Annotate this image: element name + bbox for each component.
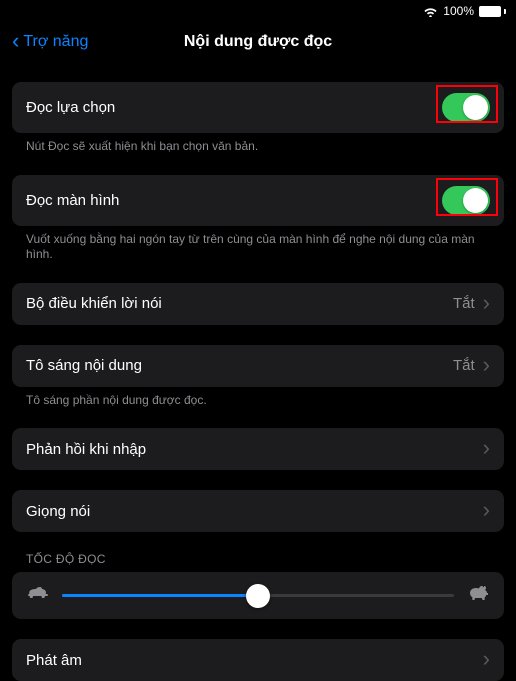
speak-selection-caption: Nút Đọc sẽ xuất hiện khi bạn chọn văn bả… [12,139,504,155]
highlight-content-row[interactable]: Tô sáng nội dung Tắt › [12,345,504,387]
highlight-content-value: Tắt [453,357,475,374]
rabbit-icon [468,586,488,605]
speech-controller-label: Bộ điều khiển lời nói [26,295,162,312]
speak-selection-toggle[interactable] [442,93,490,122]
chevron-right-icon: › [483,354,490,376]
voices-label: Giọng nói [26,503,90,520]
pronunciation-label: Phát âm [26,652,82,669]
slider-thumb[interactable] [246,584,270,608]
chevron-left-icon: ‹ [12,30,19,52]
speech-controller-value: Tắt [453,295,475,312]
chevron-right-icon: › [483,292,490,314]
speak-selection-row[interactable]: Đọc lựa chọn [12,82,504,133]
speak-screen-toggle[interactable] [442,186,490,215]
speech-controller-row[interactable]: Bộ điều khiển lời nói Tắt › [12,283,504,325]
highlight-content-caption: Tô sáng phần nội dung được đọc. [12,393,504,409]
speaking-rate-slider[interactable] [62,594,454,597]
back-button[interactable]: ‹ Trợ năng [12,32,88,52]
speak-screen-label: Đọc màn hình [26,192,119,209]
highlight-content-label: Tô sáng nội dung [26,357,142,374]
typing-feedback-label: Phản hồi khi nhập [26,441,146,458]
wifi-icon [423,6,438,17]
chevron-right-icon: › [483,437,490,459]
speaking-rate-row [12,572,504,619]
typing-feedback-row[interactable]: Phản hồi khi nhập › [12,428,504,470]
chevron-right-icon: › [483,648,490,670]
voices-row[interactable]: Giọng nói › [12,490,504,532]
battery-icon [479,6,506,17]
nav-bar: ‹ Trợ năng Nội dung được đọc [0,22,516,62]
speak-selection-label: Đọc lựa chọn [26,99,115,116]
status-bar: 100% [0,0,516,22]
chevron-right-icon: › [483,499,490,521]
back-label: Trợ năng [23,33,88,51]
tortoise-icon [28,586,48,605]
speak-screen-row[interactable]: Đọc màn hình [12,175,504,226]
rate-header: TỐC ĐỘ ĐỌC [12,552,504,572]
pronunciation-row[interactable]: Phát âm › [12,639,504,681]
battery-percent: 100% [443,4,474,18]
speak-screen-caption: Vuốt xuống bằng hai ngón tay từ trên cùn… [12,232,504,263]
